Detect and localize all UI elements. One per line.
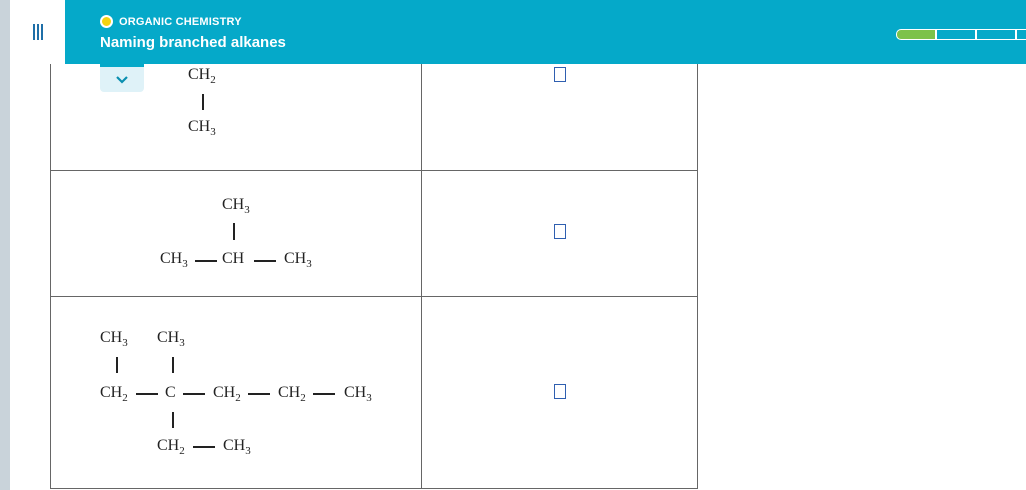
table-bottom-border bbox=[50, 488, 698, 489]
structure-bond bbox=[248, 393, 270, 395]
structure-atom: CH3 bbox=[222, 196, 250, 216]
structure-atom: CH3 bbox=[157, 329, 185, 349]
structure-atom: CH2 bbox=[157, 437, 185, 457]
structure-bond bbox=[172, 357, 174, 373]
progress-bar bbox=[896, 29, 1026, 40]
structure-bond bbox=[183, 393, 205, 395]
hamburger-icon bbox=[32, 24, 43, 40]
structure-atom: CH3 bbox=[188, 118, 216, 138]
topic-label: ORGANIC CHEMISTRY bbox=[119, 15, 242, 28]
structure-bond bbox=[172, 412, 174, 428]
structure-bond bbox=[136, 393, 158, 395]
lesson-title: Naming branched alkanes bbox=[100, 34, 286, 51]
structure-atom: CH2 bbox=[213, 384, 241, 404]
structure-atom: CH2 bbox=[188, 66, 216, 86]
structure-atom: CH3 bbox=[223, 437, 251, 457]
structure-bond bbox=[254, 260, 276, 262]
structure-atom: CH2 bbox=[278, 384, 306, 404]
progress-segment bbox=[936, 29, 976, 40]
structure-bond bbox=[193, 446, 215, 448]
topic-row: ORGANIC CHEMISTRY bbox=[100, 15, 242, 28]
answer-input[interactable] bbox=[554, 224, 566, 239]
structure-bond bbox=[202, 94, 204, 110]
structure-bond bbox=[116, 357, 118, 373]
structure-atom: C bbox=[165, 384, 176, 401]
structure-bond bbox=[233, 223, 235, 240]
structure-bond bbox=[313, 393, 335, 395]
structure-atom: CH3 bbox=[344, 384, 372, 404]
progress-segment bbox=[1016, 29, 1026, 40]
left-edge-strip bbox=[0, 0, 10, 490]
answer-input[interactable] bbox=[554, 384, 566, 399]
answer-input[interactable] bbox=[554, 67, 566, 82]
topic-status-dot bbox=[100, 15, 113, 28]
collapse-toggle-button[interactable] bbox=[100, 64, 144, 92]
table-column-divider bbox=[421, 64, 422, 489]
structure-bond bbox=[195, 260, 217, 262]
progress-segment bbox=[976, 29, 1016, 40]
progress-segment bbox=[896, 29, 936, 40]
structure-atom: CH3 bbox=[284, 250, 312, 270]
chevron-down-icon bbox=[116, 75, 128, 84]
table-row-divider bbox=[50, 296, 698, 297]
table-left-border bbox=[50, 64, 51, 489]
structure-atom: CH3 bbox=[100, 329, 128, 349]
table-right-border bbox=[697, 64, 698, 489]
structure-atom: CH2 bbox=[100, 384, 128, 404]
structure-atom: CH3 bbox=[160, 250, 188, 270]
app-header: ORGANIC CHEMISTRY Naming branched alkane… bbox=[10, 0, 1026, 64]
table-row-divider bbox=[50, 170, 698, 171]
menu-button[interactable] bbox=[10, 0, 65, 64]
structure-atom: CH bbox=[222, 250, 245, 267]
